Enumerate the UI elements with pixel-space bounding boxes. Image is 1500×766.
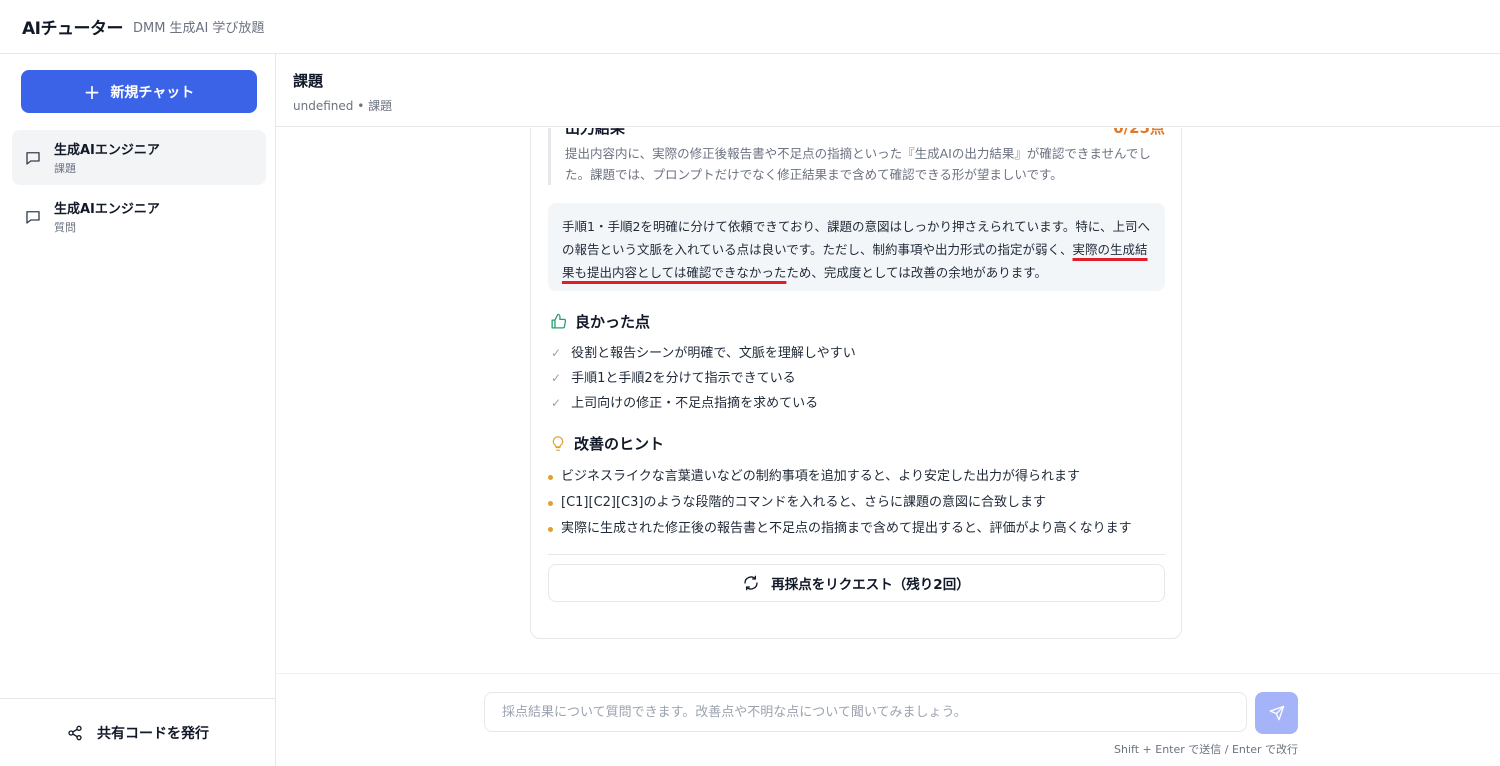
divider bbox=[548, 554, 1165, 555]
plus-icon: + bbox=[83, 79, 101, 104]
good-point-text: 上司向けの修正・不足点指摘を求めている bbox=[571, 396, 819, 411]
list-item: ✓ 手順1と手順2を分けて指示できている bbox=[551, 366, 856, 391]
chat-item-type: 質問 bbox=[54, 221, 76, 234]
good-point-text: 役割と報告シーンが明確で、文脈を理解しやすい bbox=[571, 346, 856, 361]
app-subtitle: DMM 生成AI 学び放題 bbox=[132, 21, 265, 36]
refresh-icon bbox=[744, 575, 758, 591]
chat-item-title: 生成AIエンジニア bbox=[54, 143, 160, 158]
main-header: 課題 undefined • 課題 bbox=[276, 54, 1500, 127]
chat-bubble-icon bbox=[26, 151, 40, 165]
good-points-heading: 良かった点 bbox=[550, 311, 650, 332]
list-item: 実際に生成された修正後の報告書と不足点の指摘まで含めて提出すると、評価がより高く… bbox=[548, 516, 1132, 542]
list-item: ビジネスライクな言葉遣いなどの制約事項を追加すると、より安定した出力が得られます bbox=[548, 464, 1132, 490]
share-icon bbox=[68, 725, 82, 740]
new-chat-label: 新規チャット bbox=[110, 84, 195, 101]
bullet-icon bbox=[548, 526, 553, 532]
check-icon: ✓ bbox=[551, 371, 562, 385]
send-icon bbox=[1269, 705, 1284, 721]
section-score: 0/25点 bbox=[1113, 128, 1165, 137]
section-description: 提出内容内に、実際の修正後報告書や不足点の指摘といった『生成AIの出力結果』が確… bbox=[565, 146, 1151, 182]
composer: Shift + Enter で送信 / Enter で改行 bbox=[276, 673, 1500, 766]
rescore-label: 再採点をリクエスト（残り2回） bbox=[771, 577, 970, 593]
list-item: [C1][C2][C3]のような段階的コマンドを入れると、さらに課題の意図に合致… bbox=[548, 490, 1132, 516]
section-title: 出力結果 bbox=[565, 128, 626, 137]
share-code-button[interactable]: 共有コードを発行 bbox=[0, 698, 276, 766]
thumbs-up-icon bbox=[551, 313, 567, 329]
list-item: ✓ 上司向けの修正・不足点指摘を求めている bbox=[551, 391, 856, 416]
rescore-request-button[interactable]: 再採点をリクエスト（残り2回） bbox=[548, 564, 1165, 602]
bullet-icon bbox=[548, 500, 553, 506]
page-subtitle: undefined • 課題 bbox=[293, 99, 393, 113]
hint-text: [C1][C2][C3]のような段階的コマンドを入れると、さらに課題の意図に合致… bbox=[561, 495, 1046, 510]
list-item: ✓ 役割と報告シーンが明確で、文脈を理解しやすい bbox=[551, 341, 856, 366]
check-icon: ✓ bbox=[551, 346, 562, 360]
hint-text: ビジネスライクな言葉遣いなどの制約事項を追加すると、より安定した出力が得られます bbox=[561, 469, 1080, 484]
chat-item-type: 課題 bbox=[54, 162, 76, 175]
good-points-list: ✓ 役割と報告シーンが明確で、文脈を理解しやすい ✓ 手順1と手順2を分けて指示でき… bbox=[551, 341, 856, 416]
keyboard-hint: Shift + Enter で送信 / Enter で改行 bbox=[1114, 743, 1298, 756]
hints-list: ビジネスライクな言葉遣いなどの制約事項を追加すると、より安定した出力が得られます… bbox=[548, 464, 1132, 542]
sidebar-chat-item[interactable]: 生成AIエンジニア 課題 bbox=[12, 130, 266, 185]
question-input[interactable] bbox=[484, 692, 1247, 732]
grading-result-card: 出力結果 0/25点 提出内容内に、実際の修正後報告書や不足点の指摘といった『生… bbox=[530, 128, 1182, 639]
summary-text: 手順1・手順2を明確に分けて依頼できており、課題の意図はしっかり押さえられていま… bbox=[562, 219, 1151, 257]
hint-text: 実際に生成された修正後の報告書と不足点の指摘まで含めて提出すると、評価がより高く… bbox=[561, 521, 1132, 536]
top-bar: AIチューター DMM 生成AI 学び放題 bbox=[0, 0, 1500, 54]
chat-item-title: 生成AIエンジニア bbox=[54, 202, 160, 217]
send-button[interactable] bbox=[1255, 692, 1298, 734]
good-points-title: 良かった点 bbox=[575, 313, 651, 331]
hints-title: 改善のヒント bbox=[574, 435, 665, 453]
new-chat-button[interactable]: + 新規チャット bbox=[21, 70, 257, 113]
bullet-icon bbox=[548, 474, 553, 480]
hints-heading: 改善のヒント bbox=[550, 433, 664, 454]
summary-comment: 手順1・手順2を明確に分けて依頼できており、課題の意図はしっかり押さえられていま… bbox=[548, 203, 1165, 291]
sidebar: + 新規チャット 生成AIエンジニア 課題 生成AIエンジニア 質問 共有コード… bbox=[0, 54, 276, 766]
output-result-section: 出力結果 0/25点 提出内容内に、実際の修正後報告書や不足点の指摘といった『生… bbox=[548, 128, 1165, 185]
app-brand: AIチューター bbox=[22, 19, 123, 39]
lightbulb-icon bbox=[552, 436, 564, 451]
share-code-label: 共有コードを発行 bbox=[97, 725, 209, 742]
good-point-text: 手順1と手順2を分けて指示できている bbox=[571, 371, 796, 386]
summary-text-end: ため、完成度としては改善の余地があります。 bbox=[786, 265, 1048, 280]
chat-bubble-icon bbox=[26, 210, 40, 224]
check-icon: ✓ bbox=[551, 396, 562, 410]
page-title: 課題 bbox=[293, 72, 324, 90]
message-area[interactable]: 出力結果 0/25点 提出内容内に、実際の修正後報告書や不足点の指摘といった『生… bbox=[276, 128, 1500, 673]
sidebar-chat-item[interactable]: 生成AIエンジニア 質問 bbox=[12, 189, 266, 244]
